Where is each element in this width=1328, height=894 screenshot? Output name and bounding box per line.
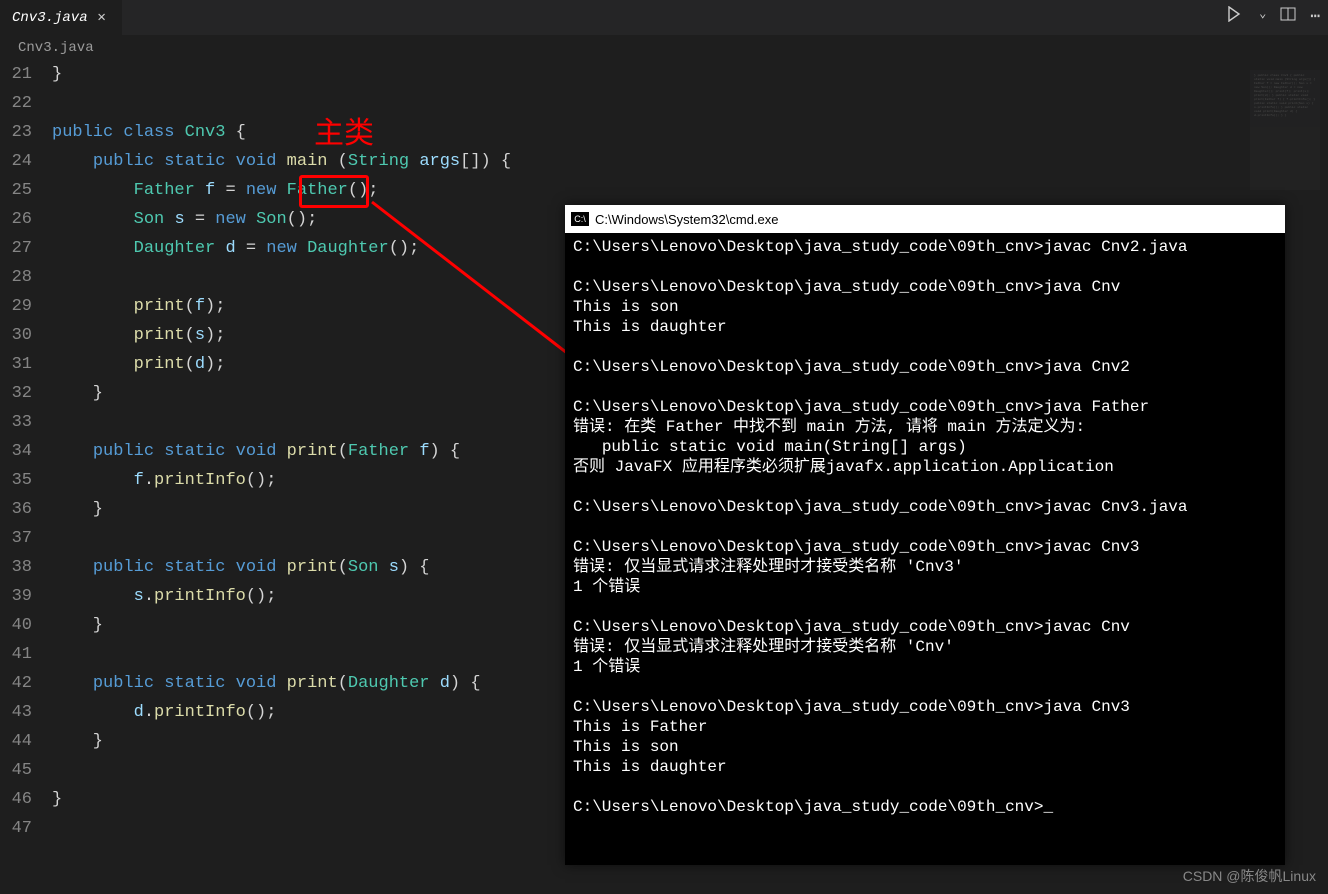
editor-toolbar: ⌄ ⋯	[1227, 6, 1320, 27]
minimap[interactable]: } public class Cnv3 { public static void…	[1250, 70, 1320, 190]
line-number: 32	[0, 379, 32, 408]
line-number: 36	[0, 495, 32, 524]
close-icon[interactable]: ✕	[94, 10, 110, 26]
line-number: 31	[0, 350, 32, 379]
cmd-icon: C:\	[571, 212, 589, 226]
cmd-title-text: C:\Windows\System32\cmd.exe	[595, 212, 779, 227]
line-number: 21	[0, 60, 32, 89]
line-number: 24	[0, 147, 32, 176]
line-number: 26	[0, 205, 32, 234]
line-number: 43	[0, 698, 32, 727]
code-line[interactable]: public static void main (String args[]) …	[52, 147, 1328, 176]
code-line[interactable]	[52, 89, 1328, 118]
line-number: 34	[0, 437, 32, 466]
line-number: 27	[0, 234, 32, 263]
more-icon[interactable]: ⋯	[1310, 6, 1320, 27]
line-number: 44	[0, 727, 32, 756]
cmd-body[interactable]: C:\Users\Lenovo\Desktop\java_study_code\…	[565, 233, 1285, 865]
line-number: 35	[0, 466, 32, 495]
tab-bar: Cnv3.java ✕	[0, 0, 1328, 36]
line-number: 37	[0, 524, 32, 553]
cmd-window[interactable]: C:\ C:\Windows\System32\cmd.exe C:\Users…	[565, 205, 1285, 865]
breadcrumb[interactable]: Cnv3.java	[0, 36, 1328, 60]
cmd-title-bar[interactable]: C:\ C:\Windows\System32\cmd.exe	[565, 205, 1285, 233]
run-icon[interactable]	[1227, 6, 1245, 27]
line-number: 41	[0, 640, 32, 669]
line-number: 25	[0, 176, 32, 205]
annotation-main-box	[299, 175, 369, 208]
line-number: 46	[0, 785, 32, 814]
line-number: 29	[0, 292, 32, 321]
line-number: 33	[0, 408, 32, 437]
line-number: 30	[0, 321, 32, 350]
line-number: 39	[0, 582, 32, 611]
code-line[interactable]: }	[52, 60, 1328, 89]
tab-filename: Cnv3.java	[12, 10, 88, 26]
line-number: 42	[0, 669, 32, 698]
line-gutter: 2122232425262728293031323334353637383940…	[0, 60, 34, 843]
tab-cnv3[interactable]: Cnv3.java ✕	[0, 0, 122, 36]
watermark: CSDN @陈俊帆Linux	[1183, 866, 1316, 886]
line-number: 40	[0, 611, 32, 640]
breadcrumb-path: Cnv3.java	[18, 40, 94, 56]
line-number: 23	[0, 118, 32, 147]
line-number: 22	[0, 89, 32, 118]
line-number: 47	[0, 814, 32, 843]
chevron-down-icon[interactable]: ⌄	[1259, 6, 1266, 27]
code-line[interactable]: public class Cnv3 {	[52, 118, 1328, 147]
code-line[interactable]: Father f = new Father();	[52, 176, 1328, 205]
line-number: 28	[0, 263, 32, 292]
line-number: 45	[0, 756, 32, 785]
line-number: 38	[0, 553, 32, 582]
split-editor-icon[interactable]	[1280, 6, 1296, 27]
